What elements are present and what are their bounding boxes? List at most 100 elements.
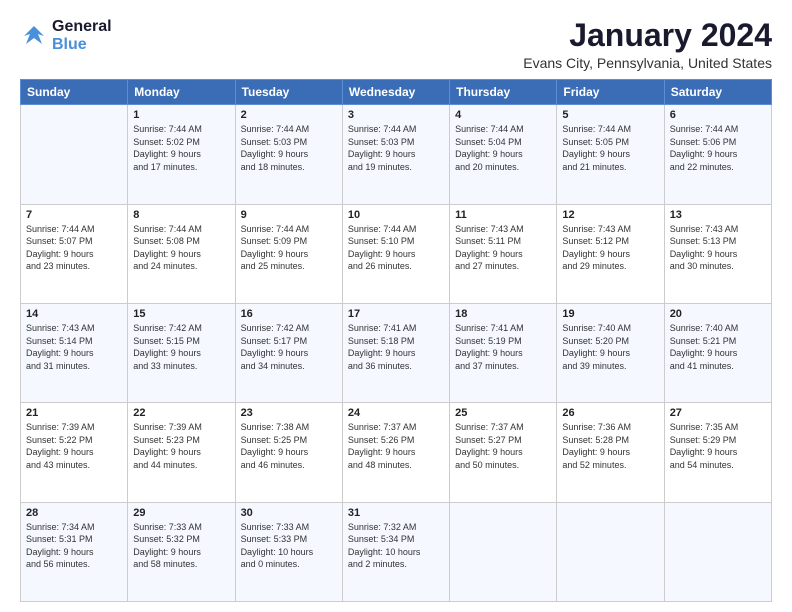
day-number: 17 xyxy=(348,308,444,320)
calendar-cell: 15 Sunrise: 7:42 AM Sunset: 5:15 PM Dayli… xyxy=(128,303,235,402)
day-number: 6 xyxy=(670,109,766,121)
calendar-table: SundayMondayTuesdayWednesdayThursdayFrid… xyxy=(20,79,772,602)
calendar-cell: 8 Sunrise: 7:44 AM Sunset: 5:08 PM Daylig… xyxy=(128,204,235,303)
calendar-cell: 31Sunrise: 7:32 AM Sunset: 5:34 PM Dayli… xyxy=(342,502,449,601)
day-number: 1 xyxy=(133,109,229,121)
weekday-header-tuesday: Tuesday xyxy=(235,80,342,105)
day-info: Sunrise: 7:44 AM Sunset: 5:05 PM Dayligh… xyxy=(562,123,658,173)
calendar-cell: 9Sunrise: 7:44 AM Sunset: 5:09 PM Daylig… xyxy=(235,204,342,303)
location-title: Evans City, Pennsylvania, United States xyxy=(523,55,772,71)
day-info: Sunrise: 7:44 AM Sunset: 5:04 PM Dayligh… xyxy=(455,123,551,173)
day-number: 30 xyxy=(241,507,337,519)
day-info: Sunrise: 7:32 AM Sunset: 5:34 PM Dayligh… xyxy=(348,521,444,571)
calendar-cell: 13 Sunrise: 7:43 AM Sunset: 5:13 PM Dayli… xyxy=(664,204,771,303)
day-number: 27 xyxy=(670,407,766,419)
day-number: 12 xyxy=(562,209,658,221)
calendar-cell: 19 Sunrise: 7:40 AM Sunset: 5:20 PM Dayli… xyxy=(557,303,664,402)
day-info: Sunrise: 7:43 AM Sunset: 5:13 PM Dayligh… xyxy=(670,223,766,273)
day-number: 20 xyxy=(670,308,766,320)
day-number: 19 xyxy=(562,308,658,320)
day-number: 16 xyxy=(241,308,337,320)
day-info: Sunrise: 7:41 AM Sunset: 5:18 PM Dayligh… xyxy=(348,322,444,372)
calendar-cell: 4 Sunrise: 7:44 AM Sunset: 5:04 PM Daylig… xyxy=(450,105,557,204)
calendar-cell: 25Sunrise: 7:37 AM Sunset: 5:27 PM Dayli… xyxy=(450,403,557,502)
calendar-cell: 10Sunrise: 7:44 AM Sunset: 5:10 PM Dayli… xyxy=(342,204,449,303)
month-title: January 2024 xyxy=(523,18,772,53)
calendar-cell xyxy=(557,502,664,601)
weekday-header-wednesday: Wednesday xyxy=(342,80,449,105)
day-number: 22 xyxy=(133,407,229,419)
calendar-cell: 14 Sunrise: 7:43 AM Sunset: 5:14 PM Dayli… xyxy=(21,303,128,402)
logo: General Blue xyxy=(20,18,112,54)
calendar-cell: 5 Sunrise: 7:44 AM Sunset: 5:05 PM Daylig… xyxy=(557,105,664,204)
day-number: 23 xyxy=(241,407,337,419)
calendar-cell xyxy=(21,105,128,204)
calendar-cell: 12Sunrise: 7:43 AM Sunset: 5:12 PM Dayli… xyxy=(557,204,664,303)
day-info: Sunrise: 7:39 AM Sunset: 5:23 PM Dayligh… xyxy=(133,421,229,471)
day-number: 13 xyxy=(670,209,766,221)
weekday-header-sunday: Sunday xyxy=(21,80,128,105)
calendar-cell: 11Sunrise: 7:43 AM Sunset: 5:11 PM Dayli… xyxy=(450,204,557,303)
calendar-cell: 26Sunrise: 7:36 AM Sunset: 5:28 PM Dayli… xyxy=(557,403,664,502)
day-info: Sunrise: 7:44 AM Sunset: 5:06 PM Dayligh… xyxy=(670,123,766,173)
calendar-cell: 7 Sunrise: 7:44 AM Sunset: 5:07 PM Daylig… xyxy=(21,204,128,303)
day-number: 28 xyxy=(26,507,122,519)
calendar-cell: 22 Sunrise: 7:39 AM Sunset: 5:23 PM Dayli… xyxy=(128,403,235,502)
week-row-4: 21Sunrise: 7:39 AM Sunset: 5:22 PM Dayli… xyxy=(21,403,772,502)
day-number: 29 xyxy=(133,507,229,519)
calendar-cell: 2 Sunrise: 7:44 AM Sunset: 5:03 PM Daylig… xyxy=(235,105,342,204)
calendar-cell: 18 Sunrise: 7:41 AM Sunset: 5:19 PM Dayli… xyxy=(450,303,557,402)
calendar-cell xyxy=(450,502,557,601)
calendar-cell: 3Sunrise: 7:44 AM Sunset: 5:03 PM Daylig… xyxy=(342,105,449,204)
day-info: Sunrise: 7:43 AM Sunset: 5:14 PM Dayligh… xyxy=(26,322,122,372)
calendar-cell: 30 Sunrise: 7:33 AM Sunset: 5:33 PM Dayli… xyxy=(235,502,342,601)
day-info: Sunrise: 7:44 AM Sunset: 5:03 PM Dayligh… xyxy=(348,123,444,173)
weekday-header-monday: Monday xyxy=(128,80,235,105)
day-number: 4 xyxy=(455,109,551,121)
day-info: Sunrise: 7:35 AM Sunset: 5:29 PM Dayligh… xyxy=(670,421,766,471)
day-info: Sunrise: 7:38 AM Sunset: 5:25 PM Dayligh… xyxy=(241,421,337,471)
day-info: Sunrise: 7:42 AM Sunset: 5:15 PM Dayligh… xyxy=(133,322,229,372)
day-info: Sunrise: 7:40 AM Sunset: 5:20 PM Dayligh… xyxy=(562,322,658,372)
day-number: 5 xyxy=(562,109,658,121)
title-block: January 2024 Evans City, Pennsylvania, U… xyxy=(523,18,772,71)
calendar-cell xyxy=(664,502,771,601)
calendar-cell: 29Sunrise: 7:33 AM Sunset: 5:32 PM Dayli… xyxy=(128,502,235,601)
day-info: Sunrise: 7:41 AM Sunset: 5:19 PM Dayligh… xyxy=(455,322,551,372)
day-number: 11 xyxy=(455,209,551,221)
day-info: Sunrise: 7:44 AM Sunset: 5:08 PM Dayligh… xyxy=(133,223,229,273)
calendar-cell: 1 Sunrise: 7:44 AM Sunset: 5:02 PM Daylig… xyxy=(128,105,235,204)
calendar-cell: 16 Sunrise: 7:42 AM Sunset: 5:17 PM Dayli… xyxy=(235,303,342,402)
week-row-5: 28 Sunrise: 7:34 AM Sunset: 5:31 PM Dayli… xyxy=(21,502,772,601)
day-info: Sunrise: 7:44 AM Sunset: 5:02 PM Dayligh… xyxy=(133,123,229,173)
day-number: 8 xyxy=(133,209,229,221)
day-info: Sunrise: 7:36 AM Sunset: 5:28 PM Dayligh… xyxy=(562,421,658,471)
page: General Blue January 2024 Evans City, Pe… xyxy=(0,0,792,612)
weekday-header-friday: Friday xyxy=(557,80,664,105)
calendar-cell: 24Sunrise: 7:37 AM Sunset: 5:26 PM Dayli… xyxy=(342,403,449,502)
week-row-1: 1 Sunrise: 7:44 AM Sunset: 5:02 PM Daylig… xyxy=(21,105,772,204)
calendar-cell: 28 Sunrise: 7:34 AM Sunset: 5:31 PM Dayli… xyxy=(21,502,128,601)
calendar-cell: 6 Sunrise: 7:44 AM Sunset: 5:06 PM Daylig… xyxy=(664,105,771,204)
day-info: Sunrise: 7:44 AM Sunset: 5:09 PM Dayligh… xyxy=(241,223,337,273)
day-info: Sunrise: 7:40 AM Sunset: 5:21 PM Dayligh… xyxy=(670,322,766,372)
header: General Blue January 2024 Evans City, Pe… xyxy=(20,18,772,71)
day-info: Sunrise: 7:42 AM Sunset: 5:17 PM Dayligh… xyxy=(241,322,337,372)
day-info: Sunrise: 7:39 AM Sunset: 5:22 PM Dayligh… xyxy=(26,421,122,471)
day-number: 18 xyxy=(455,308,551,320)
calendar-cell: 20 Sunrise: 7:40 AM Sunset: 5:21 PM Dayli… xyxy=(664,303,771,402)
week-row-3: 14 Sunrise: 7:43 AM Sunset: 5:14 PM Dayli… xyxy=(21,303,772,402)
day-number: 7 xyxy=(26,209,122,221)
logo-icon xyxy=(20,22,48,50)
day-info: Sunrise: 7:34 AM Sunset: 5:31 PM Dayligh… xyxy=(26,521,122,571)
calendar-cell: 17 Sunrise: 7:41 AM Sunset: 5:18 PM Dayli… xyxy=(342,303,449,402)
day-number: 2 xyxy=(241,109,337,121)
day-number: 15 xyxy=(133,308,229,320)
day-info: Sunrise: 7:44 AM Sunset: 5:07 PM Dayligh… xyxy=(26,223,122,273)
day-number: 14 xyxy=(26,308,122,320)
day-info: Sunrise: 7:44 AM Sunset: 5:10 PM Dayligh… xyxy=(348,223,444,273)
day-info: Sunrise: 7:37 AM Sunset: 5:27 PM Dayligh… xyxy=(455,421,551,471)
day-number: 24 xyxy=(348,407,444,419)
day-info: Sunrise: 7:44 AM Sunset: 5:03 PM Dayligh… xyxy=(241,123,337,173)
day-info: Sunrise: 7:33 AM Sunset: 5:33 PM Dayligh… xyxy=(241,521,337,571)
